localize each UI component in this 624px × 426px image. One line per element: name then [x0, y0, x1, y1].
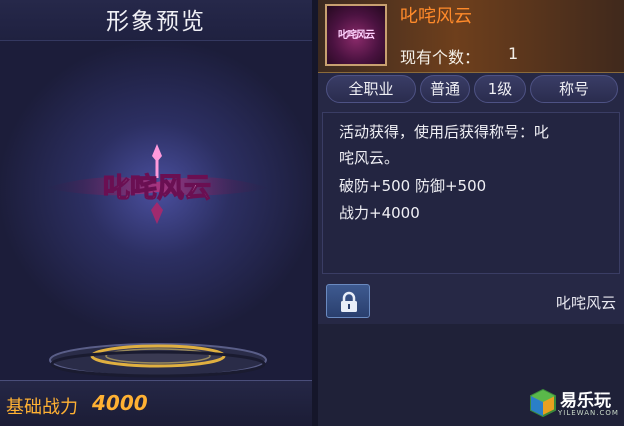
tag-level: 1级: [474, 75, 526, 103]
base-power-value: 4000: [92, 391, 148, 415]
preview-title-bar: 形象预览: [0, 0, 312, 41]
item-count-label: 现有个数：: [400, 48, 481, 67]
equipped-title-name: 叱咤风云: [555, 294, 616, 312]
tag-quality: 普通: [420, 75, 470, 103]
item-icon[interactable]: 叱咤风云: [325, 4, 387, 66]
description-line: 咤风云。: [339, 149, 400, 167]
lock-button[interactable]: [326, 284, 370, 318]
item-tags: 全职业 普通 1级 称号: [326, 75, 622, 105]
preview-panel: 形象预览 叱咤风云 基础战力 4000: [0, 0, 312, 426]
base-power-label: 基础战力: [6, 397, 78, 418]
tag-class: 全职业: [326, 75, 416, 103]
item-count-value: 1: [508, 44, 519, 63]
item-icon-text: 叱咤风云: [338, 30, 375, 41]
pedestal: [49, 343, 267, 378]
emblem-text: 叱咤风云: [103, 173, 211, 204]
watermark-logo-icon: [530, 388, 556, 418]
lock-icon: [341, 291, 357, 312]
description-line: 活动获得，使用后获得称号：叱: [339, 123, 550, 141]
item-header: 叱咤风云 叱咤风云 现有个数： 1: [318, 0, 624, 73]
item-info-panel: 叱咤风云 叱咤风云 现有个数： 1 全职业 普通 1级 称号 活动获得，使用后获…: [318, 0, 624, 426]
title-emblem: 叱咤风云: [45, 144, 270, 224]
description-line: 破防+500 防御+500: [339, 177, 487, 195]
item-name: 叱咤风云: [400, 6, 472, 27]
item-description: 活动获得，使用后获得称号：叱 咤风云。 破防+500 防御+500 战力+400…: [322, 112, 620, 274]
base-power-bar: 基础战力 4000: [0, 380, 312, 426]
watermark-sub: YILEWAN.COM: [558, 409, 619, 417]
description-line: 战力+4000: [339, 204, 420, 222]
site-watermark: 易乐玩 YILEWAN.COM: [528, 384, 620, 424]
tag-type: 称号: [530, 75, 618, 103]
watermark-name: 易乐玩: [560, 391, 611, 411]
preview-title: 形象预览: [106, 9, 206, 35]
